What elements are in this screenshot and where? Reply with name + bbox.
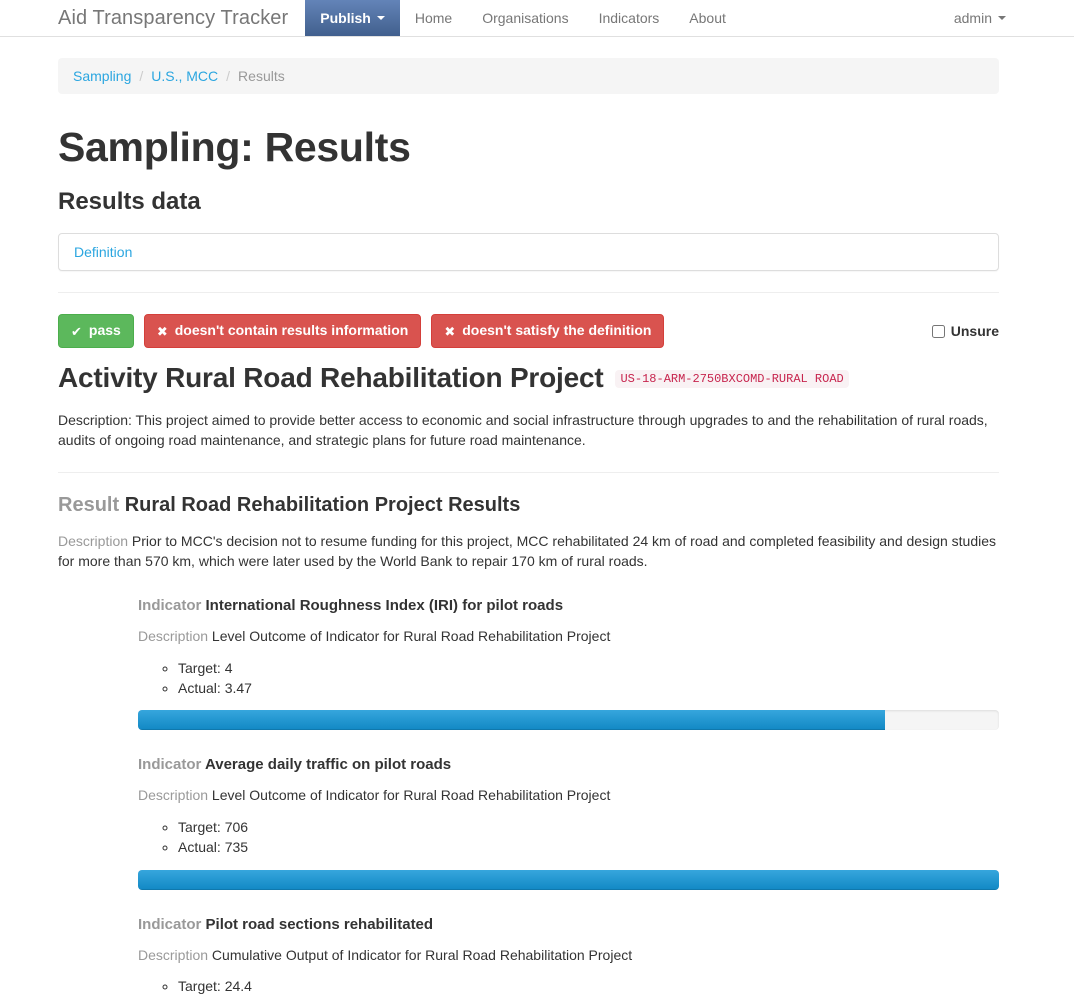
result-title-text: Rural Road Rehabilitation Project Result…	[124, 493, 521, 516]
no-results-information-label: doesn't contain results information	[174, 322, 409, 339]
indicator-description-row: Description Level Outcome of Indicator f…	[138, 627, 999, 647]
activity-identifier-badge: US-18-ARM-2750BXCOMD-RURAL ROAD	[615, 369, 849, 388]
nav-item-indicators[interactable]: Indicators	[584, 0, 675, 36]
indicator-progress-bar	[138, 710, 885, 731]
indicator-actual: Actual: 3.47	[178, 678, 999, 698]
indicator-period-values: Target: 24.4	[138, 976, 999, 996]
no-results-information-button[interactable]: ✖ doesn't contain results information	[143, 314, 422, 348]
breadcrumb: Sampling / U.S., MCC / Results	[58, 58, 999, 94]
nav-item-organisations[interactable]: Organisations	[467, 0, 583, 36]
chevron-down-icon	[998, 16, 1006, 20]
check-icon: ✔	[71, 323, 82, 339]
unsure-checkbox[interactable]	[931, 324, 945, 338]
does-not-satisfy-definition-label: doesn't satisfy the definition	[462, 322, 652, 339]
pass-button[interactable]: ✔ pass	[58, 314, 134, 348]
cross-icon: ✖	[444, 323, 456, 339]
indicator-description-row: Description Cumulative Output of Indicat…	[138, 946, 999, 966]
indicator-target: Target: 706	[178, 817, 999, 837]
nav-link-home[interactable]: Home	[400, 0, 467, 36]
indicator-title-text: Pilot road sections rehabilitated	[205, 915, 434, 933]
nav-link-organisations[interactable]: Organisations	[467, 0, 583, 36]
indicator-list: Indicator International Roughness Index …	[58, 597, 999, 996]
indicator-progress-track	[138, 869, 999, 890]
page-title: Sampling: Results	[58, 124, 411, 170]
indicator-label: Indicator	[138, 915, 202, 933]
main-content: Sampling / U.S., MCC / Results Sampling:…	[58, 58, 999, 996]
indicator-heading: Indicator Pilot road sections rehabilita…	[138, 916, 999, 933]
activity-header: Activity Rural Road Rehabilitation Proje…	[58, 362, 999, 394]
indicator-description-text: Cumulative Output of Indicator for Rural…	[211, 946, 633, 963]
indicator-actual: Actual: 735	[178, 837, 999, 857]
nav-item-about[interactable]: About	[674, 0, 741, 36]
indicator-target: Target: 24.4	[178, 976, 999, 996]
indicator-target: Target: 4	[178, 658, 999, 678]
indicator-description-row: Description Level Outcome of Indicator f…	[138, 786, 999, 806]
indicator-title-text: International Roughness Index (IRI) for …	[205, 597, 564, 615]
nav-link-publish[interactable]: Publish	[305, 0, 400, 36]
indicator-item: Indicator International Roughness Index …	[138, 597, 999, 731]
nav-label-publish: Publish	[320, 10, 371, 26]
result-label: Result	[58, 493, 120, 516]
nav-item-home[interactable]: Home	[400, 0, 467, 36]
result-block: Result Rural Road Rehabilitation Project…	[58, 494, 999, 996]
definition-panel: Definition	[58, 233, 999, 272]
indicator-title-text: Average daily traffic on pilot roads	[204, 756, 452, 774]
top-navbar: Aid Transparency Tracker Publish Home Or…	[0, 0, 1074, 37]
indicator-description-text: Level Outcome of Indicator for Rural Roa…	[211, 628, 611, 645]
nav-link-indicators[interactable]: Indicators	[584, 0, 675, 36]
indicator-description-text: Level Outcome of Indicator for Rural Roa…	[211, 787, 611, 804]
indicator-heading: Indicator International Roughness Index …	[138, 597, 999, 614]
result-heading: Result Rural Road Rehabilitation Project…	[58, 494, 999, 517]
user-menu-label: admin	[953, 10, 992, 26]
breadcrumb-item-results: Results	[238, 68, 285, 84]
indicator-label: Indicator	[138, 756, 202, 774]
activity-title: Activity Rural Road Rehabilitation Proje…	[58, 361, 604, 393]
chevron-down-icon	[376, 16, 385, 20]
indicator-description-label: Description	[138, 946, 209, 963]
cross-icon: ✖	[156, 323, 168, 339]
activity-description: Description: This project aimed to provi…	[58, 411, 988, 449]
definition-panel-heading: Definition	[59, 234, 998, 270]
breadcrumb-link-organisation[interactable]: U.S., MCC	[151, 68, 218, 84]
breadcrumb-item-organisation[interactable]: U.S., MCC	[151, 66, 218, 86]
indicator-period-values: Target: 706 Actual: 735	[138, 817, 999, 858]
brand-logo[interactable]: Aid Transparency Tracker	[58, 0, 305, 36]
definition-toggle-link[interactable]: Definition	[74, 244, 132, 260]
assessment-action-row: ✔ pass ✖ doesn't contain results informa…	[58, 314, 999, 348]
indicator-progress-track	[138, 710, 999, 731]
breadcrumb-separator: /	[139, 68, 144, 84]
does-not-satisfy-definition-button[interactable]: ✖ doesn't satisfy the definition	[431, 314, 665, 348]
main-nav: Publish Home Organisations Indicators Ab…	[305, 0, 741, 36]
result-description-label: Description	[58, 532, 129, 549]
navbar-right: admin	[944, 0, 1016, 36]
section-title-results-data: Results data	[58, 188, 201, 216]
divider-above-result	[58, 471, 999, 473]
unsure-checkbox-wrapper[interactable]: Unsure	[931, 323, 999, 340]
result-description-row: Description Prior to MCC's decision not …	[58, 531, 999, 572]
user-menu[interactable]: admin	[944, 10, 1016, 26]
indicator-description-label: Description	[138, 787, 209, 804]
breadcrumb-item-sampling[interactable]: Sampling	[73, 66, 131, 86]
nav-item-publish[interactable]: Publish	[305, 0, 400, 36]
indicator-item: Indicator Pilot road sections rehabilita…	[138, 916, 999, 996]
nav-link-about[interactable]: About	[674, 0, 741, 36]
unsure-label: Unsure	[950, 323, 999, 340]
indicator-description-label: Description	[138, 628, 209, 645]
pass-button-label: pass	[88, 322, 121, 339]
result-description-text: Prior to MCC's decision not to resume fu…	[58, 532, 997, 569]
breadcrumb-separator: /	[226, 68, 231, 84]
indicator-progress-bar	[138, 869, 999, 890]
indicator-item: Indicator Average daily traffic on pilot…	[138, 756, 999, 890]
indicator-heading: Indicator Average daily traffic on pilot…	[138, 756, 999, 773]
divider-above-actions	[58, 292, 999, 294]
indicator-period-values: Target: 4 Actual: 3.47	[138, 658, 999, 699]
breadcrumb-link-sampling[interactable]: Sampling	[73, 68, 131, 84]
indicator-label: Indicator	[138, 597, 202, 615]
